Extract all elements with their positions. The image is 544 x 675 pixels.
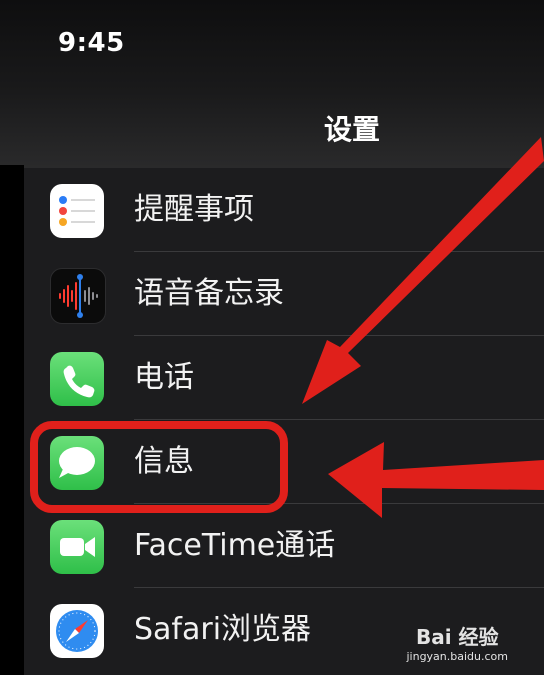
watermark: Bai 经验 jingyan.baidu.com xyxy=(406,621,508,663)
settings-row-label: 电话 xyxy=(134,360,194,395)
facetime-icon xyxy=(50,520,104,574)
settings-row-label: FaceTime通话 xyxy=(134,528,336,563)
device-bezel xyxy=(0,165,24,675)
page-title: 设置 xyxy=(323,113,380,146)
settings-list: 提醒事项 语音备忘录 电话 信息 FaceTime通话 Safari浏览器 xyxy=(24,168,544,672)
watermark-brand: Bai 经验 xyxy=(415,625,499,649)
watermark-url: jingyan.baidu.com xyxy=(406,650,508,663)
phone-icon xyxy=(50,352,104,406)
settings-row-reminders[interactable]: 提醒事项 xyxy=(24,168,544,252)
safari-icon xyxy=(50,604,104,658)
settings-row-voice-memos[interactable]: 语音备忘录 xyxy=(24,252,544,336)
settings-row-label: Safari浏览器 xyxy=(134,612,312,647)
settings-row-label: 语音备忘录 xyxy=(134,276,284,311)
settings-row-phone[interactable]: 电话 xyxy=(24,336,544,420)
status-time: 9:45 xyxy=(58,28,125,58)
settings-row-label: 提醒事项 xyxy=(134,192,254,227)
highlight-box xyxy=(30,421,288,513)
voice-memos-icon xyxy=(50,268,106,324)
reminders-icon xyxy=(50,184,104,238)
header: 9:45 设置 xyxy=(0,0,544,168)
settings-screen: 9:45 设置 提醒事项 语音备忘录 电话 信息 FaceTime通话 Safa… xyxy=(0,0,544,675)
settings-row-facetime[interactable]: FaceTime通话 xyxy=(24,504,544,588)
